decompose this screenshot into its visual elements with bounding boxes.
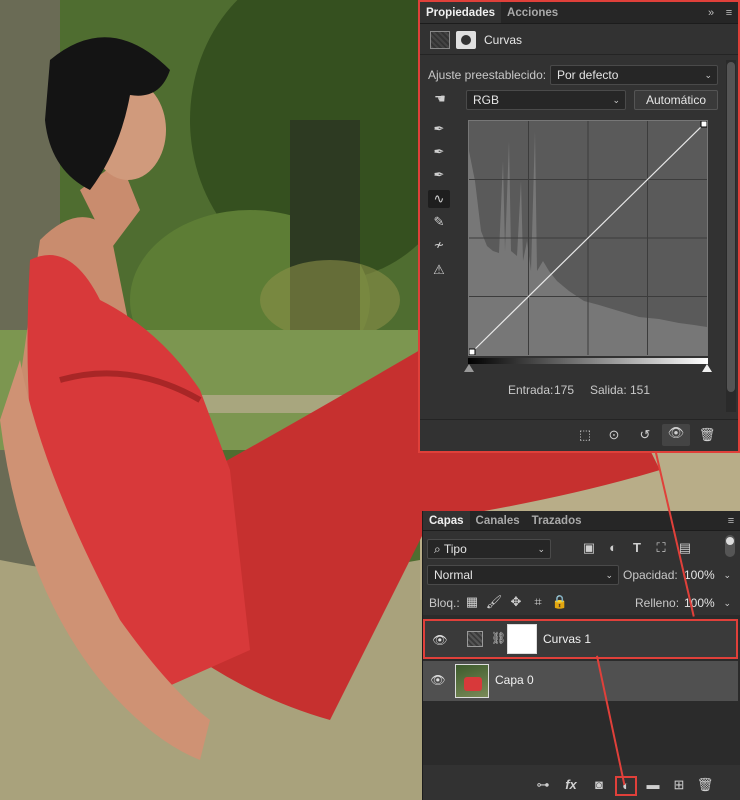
properties-title: Curvas — [484, 33, 523, 47]
curve-point-white — [700, 120, 708, 128]
properties-header: Curvas — [420, 25, 738, 55]
black-point-slider[interactable] — [464, 364, 474, 372]
auto-button[interactable]: Automático — [634, 90, 718, 110]
eyedropper-white-icon[interactable]: ✒ — [428, 166, 450, 184]
curve-points-icon[interactable]: ∿ — [428, 190, 450, 208]
lock-artboard-icon[interactable]: ⌗ — [529, 593, 547, 611]
visibility-eye-icon[interactable]: 👁 — [662, 424, 690, 446]
smooth-icon[interactable]: ≁ — [428, 236, 450, 254]
channel-value: RGB — [473, 93, 500, 107]
layers-list: 👁 ⛓ Curvas 1 👁 Capa 0 — [423, 615, 740, 765]
preset-value: Por defecto — [557, 68, 619, 82]
chevron-down-icon: ⌄ — [704, 70, 712, 80]
channel-picker-icon[interactable]: ☚ — [428, 90, 452, 108]
eyedropper-gray-icon[interactable]: ✒ — [428, 143, 450, 161]
tab-capas[interactable]: Capas — [423, 511, 470, 530]
curves-graph[interactable] — [468, 120, 708, 356]
fill-label: Relleno: — [635, 596, 680, 610]
chevron-down-icon: ⌄ — [605, 570, 613, 580]
channel-select[interactable]: RGB ⌄ — [466, 90, 626, 110]
blend-mode-select[interactable]: Normal ⌄ — [427, 565, 619, 585]
layer-thumbnail[interactable] — [455, 664, 489, 698]
folder-icon[interactable]: ▬ — [643, 776, 663, 794]
collapse-icon[interactable]: » — [702, 2, 720, 23]
visibility-eye-icon[interactable]: 👁 — [431, 631, 449, 649]
layer-row-capa-0[interactable]: 👁 Capa 0 — [423, 661, 738, 701]
clip-to-layer-icon[interactable]: ⬚ — [574, 426, 596, 444]
properties-panel: Propiedades Acciones » ≡ Curvas Ajuste p… — [418, 0, 740, 453]
output-value: 151 — [630, 383, 651, 397]
output-label: Salida: — [590, 383, 627, 397]
view-previous-icon[interactable]: ⊙ — [602, 426, 626, 444]
layers-panel: Capas Canales Trazados ≡ ⌕ Tipo ⌄ ▣ ◐ T … — [422, 511, 740, 800]
white-point-slider[interactable] — [702, 364, 712, 372]
visibility-eye-icon[interactable]: 👁 — [429, 671, 447, 689]
panel-menu-icon[interactable]: ≡ — [722, 511, 740, 530]
tab-acciones[interactable]: Acciones — [501, 2, 564, 23]
opacity-value: 100% — [684, 568, 715, 582]
input-value: 175 — [554, 383, 575, 397]
opacity-field[interactable]: 100% ⌄ — [681, 565, 737, 585]
input-gradient-bar — [468, 358, 708, 364]
eyedropper-black-icon[interactable]: ✒ — [428, 120, 450, 138]
layer-mask-thumbnail[interactable] — [507, 624, 537, 654]
layers-tabbar: Capas Canales Trazados ≡ — [423, 511, 740, 531]
layer-name[interactable]: Curvas 1 — [543, 632, 591, 646]
filter-shape-icon[interactable]: ⛶ — [651, 539, 671, 557]
layer-mask-icon[interactable] — [456, 31, 476, 49]
scroll-thumb[interactable] — [727, 62, 735, 392]
lock-label: Bloq.: — [429, 596, 460, 610]
filter-toggle[interactable] — [725, 535, 735, 557]
lock-brush-icon[interactable]: 🖌 — [485, 593, 503, 611]
filter-pixel-icon[interactable]: ▣ — [579, 539, 599, 557]
fx-icon[interactable]: fx — [561, 776, 581, 794]
lock-move-icon[interactable]: ✥ — [507, 593, 525, 611]
layer-filter-select[interactable]: ⌕ Tipo ⌄ — [427, 539, 551, 559]
trash-icon[interactable]: 🗑 — [695, 776, 715, 794]
chevron-down-icon: ⌄ — [723, 598, 731, 608]
chain-link-icon[interactable]: ⛓ — [491, 631, 506, 645]
blend-mode-value: Normal — [434, 568, 473, 582]
panel-menu-icon[interactable]: ≡ — [720, 2, 738, 23]
pencil-icon[interactable]: ✎ — [428, 213, 450, 231]
properties-tabbar: Propiedades Acciones » ≡ — [420, 2, 738, 24]
layer-name[interactable]: Capa 0 — [495, 673, 534, 687]
trash-icon[interactable]: 🗑 — [696, 426, 718, 444]
search-icon: ⌕ — [434, 542, 444, 556]
chevron-down-icon: ⌄ — [723, 570, 731, 580]
layer-row-curvas[interactable]: 👁 ⛓ Curvas 1 — [423, 619, 738, 659]
input-label: Entrada: — [508, 383, 554, 397]
properties-bottom-bar: ⬚ ⊙ ↺ 👁 🗑 — [420, 419, 738, 451]
reset-icon[interactable]: ↺ — [634, 426, 656, 444]
tab-trazados[interactable]: Trazados — [526, 511, 588, 530]
tab-propiedades[interactable]: Propiedades — [420, 2, 502, 23]
filter-adjustment-icon[interactable]: ◐ — [603, 539, 623, 557]
lock-transparent-icon[interactable]: ▦ — [463, 593, 481, 611]
lock-all-icon[interactable]: 🔒 — [551, 593, 569, 611]
adjustment-layer-icon[interactable]: ◐ — [615, 776, 637, 796]
clipping-warning-icon[interactable]: ⚠ — [428, 261, 450, 279]
chevron-down-icon: ⌄ — [537, 544, 545, 554]
new-layer-icon[interactable]: ⊞ — [669, 776, 689, 794]
properties-scrollbar[interactable] — [726, 60, 736, 412]
curves-adjustment-icon — [467, 631, 483, 647]
mask-icon[interactable]: ◙ — [589, 776, 609, 794]
filter-value: Tipo — [443, 542, 467, 556]
filter-type-icon[interactable]: T — [627, 539, 647, 557]
opacity-label: Opacidad: — [623, 568, 678, 582]
preset-select[interactable]: Por defecto ⌄ — [550, 65, 718, 85]
curve-point-black — [468, 348, 476, 356]
link-icon[interactable]: ⊶ — [533, 776, 553, 794]
chevron-down-icon: ⌄ — [612, 95, 620, 105]
tab-canales[interactable]: Canales — [470, 511, 526, 530]
layers-bottom-bar: ⊶ fx ◙ ◐ ▬ ⊞ 🗑 — [423, 772, 740, 800]
preset-label: Ajuste preestablecido: — [428, 68, 547, 82]
curves-adjustment-icon — [430, 31, 450, 49]
